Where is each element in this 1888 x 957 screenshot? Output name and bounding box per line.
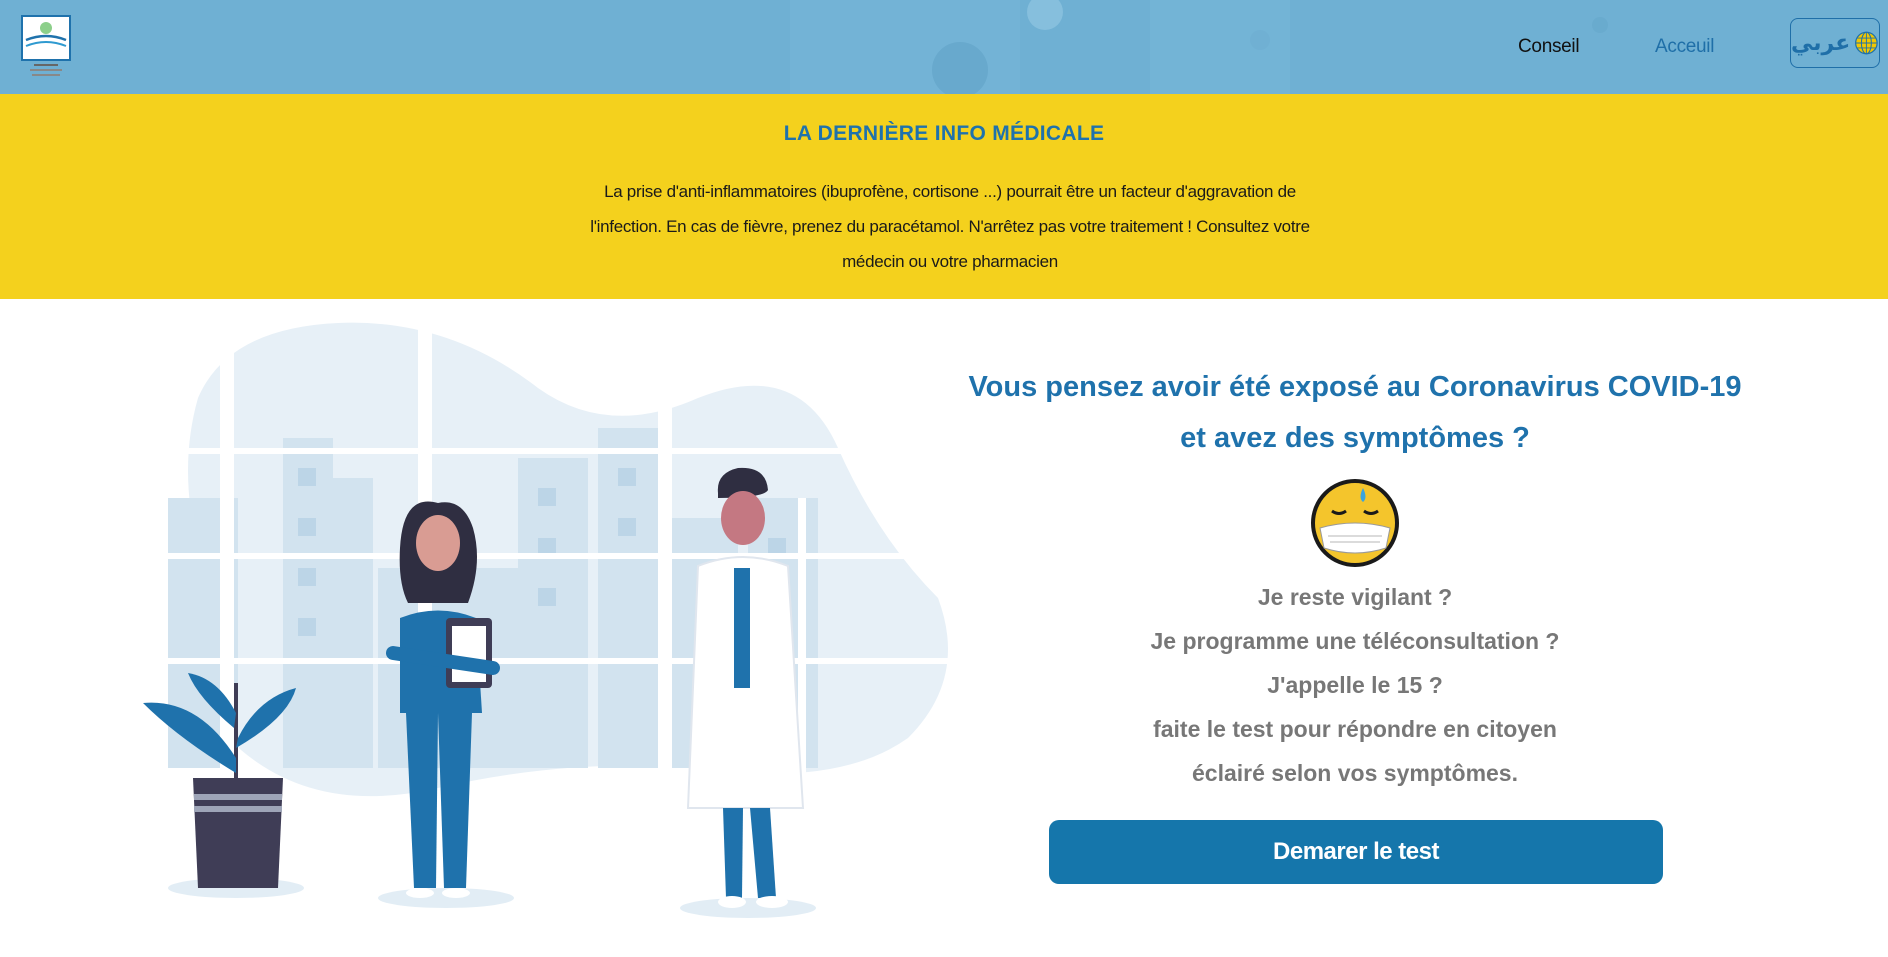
question-teleconsultation: Je programme une téléconsultation ? [1150, 628, 1560, 654]
nav-link-conseil[interactable]: Conseil [1518, 36, 1580, 58]
start-test-button[interactable]: Demarer le test [1049, 820, 1663, 884]
plant [143, 673, 304, 898]
language-toggle-button[interactable]: عربي [1790, 18, 1880, 68]
globe-icon [1855, 31, 1878, 55]
question-call-15: J'appelle le 15 ? [1267, 672, 1443, 698]
question-test-line-2: éclairé selon vos symptômes. [1192, 760, 1518, 786]
virus-decoration [790, 0, 1608, 94]
page-headline: Vous pensez avoir été exposé au Coronavi… [940, 362, 1770, 464]
nav-link-acceuil[interactable]: Acceuil [1655, 36, 1714, 58]
banner-text: La prise d'anti-inflammatoires (ibuprofè… [590, 182, 1310, 271]
headline-line-2: et avez des symptômes ? [1180, 422, 1530, 454]
top-header: Conseil Acceuil عربي [0, 0, 1888, 94]
medical-info-banner: LA DERNIÈRE INFO MÉDICALE La prise d'ant… [0, 94, 1888, 299]
sweating-face-with-mask-icon [1311, 479, 1399, 567]
doctors-illustration [138, 318, 958, 918]
banner-title: LA DERNIÈRE INFO MÉDICALE [783, 122, 1105, 145]
headline-line-1: Vous pensez avoir été exposé au Coronavi… [968, 371, 1742, 403]
language-label: عربي [1791, 30, 1851, 55]
question-test-line-1: faite le test pour répondre en citoyen [1153, 716, 1557, 742]
ministry-logo[interactable] [20, 14, 76, 80]
question-vigilant: Je reste vigilant ? [1257, 584, 1453, 610]
